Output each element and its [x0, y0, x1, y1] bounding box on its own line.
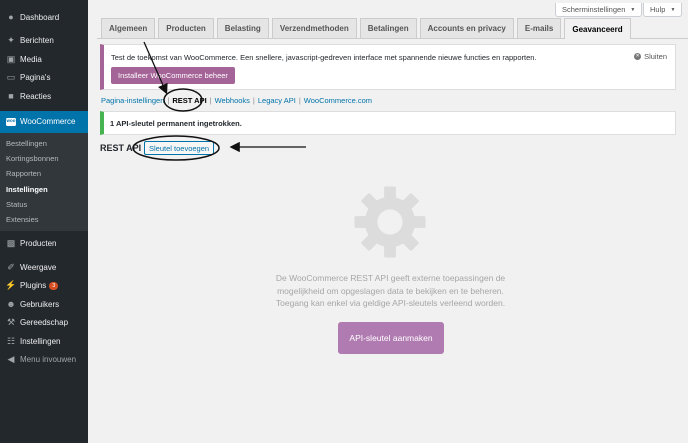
comments-icon: ■ [8, 90, 14, 101]
tab-shipping[interactable]: Verzendmethoden [271, 18, 357, 38]
brush-icon: ✐ [7, 261, 15, 272]
caret-down-icon: ▼ [670, 6, 676, 13]
sidebar-item-label: Menu invouwen [20, 355, 77, 365]
sidebar-item-settings[interactable]: ☷ Instellingen [0, 332, 88, 351]
add-key-button[interactable]: Sleutel toevoegen [144, 141, 215, 155]
gear-icon [354, 186, 426, 258]
collapse-icon: ◀ [7, 354, 15, 365]
screen-options-label: Scherminstellingen [562, 5, 626, 14]
link-rest-api[interactable]: REST API [172, 96, 206, 105]
tab-emails[interactable]: E-mails [516, 18, 562, 38]
page-title: REST API [100, 143, 142, 153]
close-icon: ✕ [634, 53, 642, 60]
sidebar-item-label: Reacties [20, 91, 52, 101]
sidebar-item-label: Media [20, 54, 42, 64]
sidebar-item-posts[interactable]: ✦ Berichten [0, 32, 88, 51]
screen-options-button[interactable]: Scherminstellingen ▼ [555, 3, 643, 17]
sidebar-item-media[interactable]: ▣ Media [0, 50, 88, 69]
sidebar-item-woocommerce[interactable]: woo WooCommerce [0, 110, 88, 133]
advanced-section-nav: Pagina-instellingen | REST API | Webhook… [101, 96, 372, 105]
separator: | [209, 96, 212, 105]
install-woocommerce-admin-button[interactable]: Installeer WooCommerce beheer [111, 67, 235, 84]
sidebar-item-comments[interactable]: ■ Reacties [0, 87, 88, 106]
plugins-icon: ⚡ [5, 280, 17, 291]
sidebar-item-label: Gebruikers [20, 299, 60, 309]
tab-general[interactable]: Algemeen [101, 18, 156, 38]
tools-icon: ⚒ [6, 317, 16, 328]
sidebar-collapse-menu[interactable]: ◀ Menu invouwen [0, 350, 88, 369]
sidebar-item-tools[interactable]: ⚒ Gereedschap [0, 313, 88, 332]
settings-icon: ☷ [6, 335, 16, 346]
sidebar-item-users[interactable]: ☻ Gebruikers [0, 295, 88, 314]
sidebar-item-label: Berichten [20, 36, 54, 46]
tab-payments[interactable]: Betalingen [359, 18, 417, 38]
link-webhooks[interactable]: Webhooks [215, 96, 250, 105]
submenu-item-reports[interactable]: Rapporten [0, 166, 88, 181]
sidebar-item-label: Weergave [20, 262, 57, 272]
submenu-item-coupons[interactable]: Kortingsbonnen [0, 151, 88, 166]
pin-icon: ✦ [7, 35, 15, 46]
woocommerce-admin-notice: Test de toekomst van WooCommerce. Een sn… [100, 44, 676, 90]
sidebar-item-label: Gereedschap [20, 318, 69, 328]
dashboard-icon: ● [8, 11, 14, 22]
sidebar-item-label: Instellingen [20, 336, 61, 346]
notice-text: Test de toekomst van WooCommerce. Een sn… [111, 53, 537, 62]
submenu-item-orders[interactable]: Bestellingen [0, 136, 88, 151]
create-api-key-button[interactable]: API-sleutel aanmaken [338, 322, 444, 354]
tab-tax[interactable]: Belasting [216, 18, 269, 38]
submenu-item-settings[interactable]: Instellingen [0, 181, 88, 196]
products-icon: ▩ [6, 238, 16, 249]
woocommerce-icon: woo [6, 117, 16, 127]
sidebar-item-label: Producten [20, 239, 57, 249]
separator: | [298, 96, 301, 105]
sidebar-item-label: Dashboard [20, 12, 60, 22]
dismiss-label: Sluiten [644, 52, 667, 61]
sidebar-item-label: WooCommerce [20, 117, 76, 126]
pages-icon: ▭ [6, 72, 16, 83]
sidebar-item-products[interactable]: ▩ Producten [0, 234, 88, 253]
settings-tabs: Algemeen Producten Belasting Verzendmeth… [101, 18, 631, 39]
woocommerce-submenu: Bestellingen Kortingsbonnen Rapporten In… [0, 132, 88, 232]
sidebar-item-dashboard[interactable]: ● Dashboard [0, 8, 88, 27]
separator: | [252, 96, 255, 105]
success-notice: 1 API-sleutel permanent ingetrokken. [100, 111, 676, 135]
sidebar-item-appearance[interactable]: ✐ Weergave [0, 258, 88, 277]
separator: | [167, 96, 170, 105]
submenu-item-status[interactable]: Status [0, 197, 88, 212]
blank-state-message: De WooCommerce REST API geeft externe to… [275, 273, 506, 308]
tab-products[interactable]: Producten [158, 18, 214, 38]
media-icon: ▣ [6, 53, 16, 64]
sidebar-item-pages[interactable]: ▭ Pagina's [0, 69, 88, 88]
submenu-item-extensions[interactable]: Extensies [0, 212, 88, 227]
users-icon: ☻ [6, 298, 16, 309]
link-legacy-api[interactable]: Legacy API [258, 96, 296, 105]
link-woocommerce-com[interactable]: WooCommerce.com [304, 96, 372, 105]
sidebar-item-plugins[interactable]: ⚡ Plugins 3 [0, 276, 88, 295]
sidebar-item-label: Plugins [20, 281, 47, 291]
help-label: Hulp [650, 5, 666, 14]
admin-sidebar: ● Dashboard ✦ Berichten ▣ Media ▭ Pagina… [0, 0, 88, 443]
caret-down-icon: ▼ [630, 6, 636, 13]
update-count-badge: 3 [49, 281, 59, 290]
sidebar-item-label: Pagina's [20, 73, 51, 83]
tab-advanced[interactable]: Geavanceerd [564, 18, 631, 39]
dismiss-notice-button[interactable]: ✕ Sluiten [634, 52, 667, 61]
link-page-settings[interactable]: Pagina-instellingen [101, 96, 164, 105]
help-button[interactable]: Hulp ▼ [643, 3, 683, 17]
tab-accounts-privacy[interactable]: Accounts en privacy [419, 18, 514, 38]
